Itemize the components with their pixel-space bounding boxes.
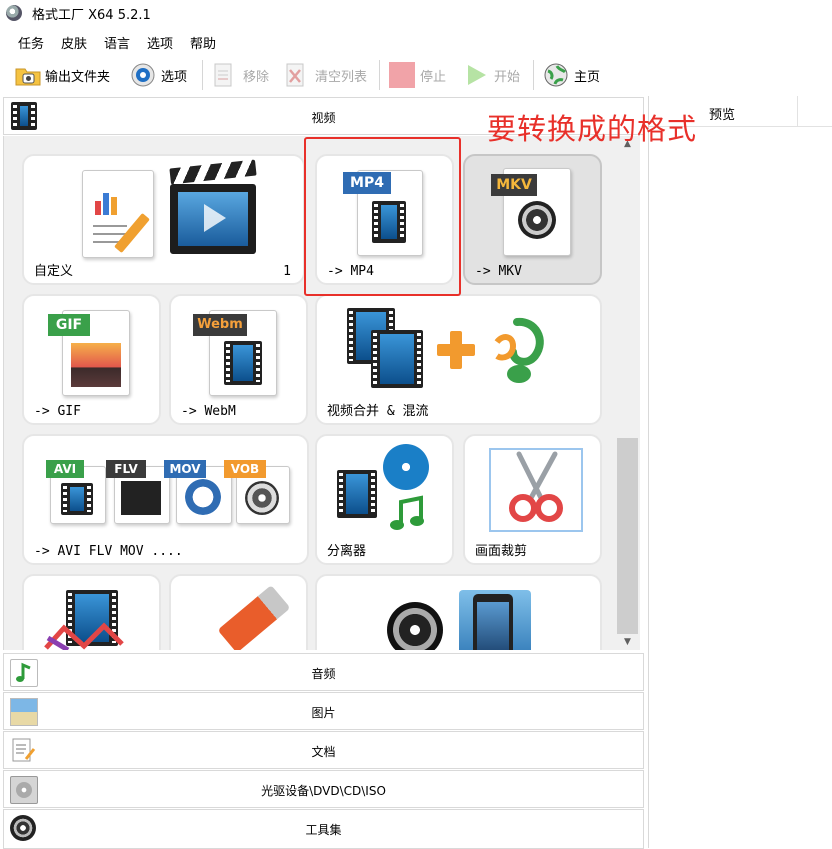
category-audio[interactable]: 音频	[3, 653, 644, 691]
tile-webm[interactable]: Webm -> WebM	[169, 294, 308, 425]
toolbar: 输出文件夹 选项 移除 清空列表 停止 开始 主页	[0, 56, 832, 94]
tile-crop[interactable]: 画面裁剪	[463, 434, 602, 565]
output-folder-button[interactable]: 输出文件夹	[14, 60, 110, 90]
preview-header-label: 预览	[709, 108, 736, 123]
vob-format-tag: VOB	[224, 460, 266, 478]
tile-custom-label: 自定义	[34, 264, 74, 279]
clear-list-label: 清空列表	[315, 69, 368, 85]
menu-help[interactable]: 帮助	[190, 33, 216, 52]
annotation-highlight-box	[304, 137, 461, 296]
tile-gif-label: -> GIF	[34, 404, 81, 419]
avi-format-tag: AVI	[46, 460, 84, 478]
webm-format-tag: Webm	[193, 314, 247, 336]
menu-options[interactable]: 选项	[147, 33, 173, 52]
mkv-format-tag: MKV	[491, 174, 537, 196]
window-title: 格式工厂 X64 5.2.1	[32, 8, 151, 23]
category-disc[interactable]: 光驱设备\DVD\CD\ISO	[3, 770, 644, 808]
film-strip-icon	[337, 470, 377, 518]
music-note-icon	[487, 312, 567, 392]
scroll-down-arrow-icon[interactable]: ▼	[615, 634, 640, 650]
clear-list-button[interactable]: 清空列表	[284, 60, 367, 90]
disc-icon	[387, 602, 443, 650]
tile-partial-2[interactable]	[169, 574, 308, 650]
menu-task[interactable]: 任务	[18, 33, 44, 52]
toolbar-divider	[533, 60, 534, 90]
preview-column-divider	[797, 96, 798, 126]
tile-merge-label: 视频合并 & 混流	[327, 404, 429, 419]
start-button[interactable]: 开始	[463, 60, 520, 90]
tile-multi-format-label: -> AVI FLV MOV ....	[34, 544, 183, 559]
plus-icon-vertical	[450, 331, 462, 369]
category-audio-label: 音频	[311, 667, 336, 681]
gear-icon	[130, 62, 156, 88]
category-tools[interactable]: 工具集	[3, 809, 644, 849]
clear-list-icon	[284, 62, 310, 88]
film-strip-icon	[371, 330, 423, 388]
remove-label: 移除	[243, 69, 270, 85]
app-icon	[6, 5, 22, 21]
folder-icon	[14, 62, 41, 88]
vertical-scrollbar[interactable]: ▲ ▼	[615, 136, 640, 650]
tile-partial-3[interactable]	[315, 574, 602, 650]
category-image-label: 图片	[311, 706, 336, 720]
clapperboard-icon	[169, 159, 257, 254]
annotation-text: 要转换成的格式	[487, 112, 698, 146]
music-note-icon	[387, 494, 427, 534]
home-label: 主页	[574, 69, 601, 85]
scrollbar-thumb[interactable]	[617, 438, 638, 634]
category-document-label: 文档	[311, 745, 336, 759]
category-tools-label: 工具集	[305, 823, 342, 837]
tile-multi-format[interactable]: AVI FLV MOV VOB -> AVI FLV MOV ....	[22, 434, 309, 565]
options-label: 选项	[161, 69, 188, 85]
gif-format-tag: GIF	[48, 314, 90, 336]
mov-format-tag: MOV	[164, 460, 206, 478]
scissors-icon	[501, 450, 571, 526]
remove-icon	[212, 62, 238, 88]
eraser-icon	[217, 585, 291, 650]
tile-partial-1[interactable]	[22, 574, 161, 650]
menu-bar: 任务 皮肤 语言 选项 帮助	[0, 30, 832, 52]
tile-gif[interactable]: GIF -> GIF	[22, 294, 161, 425]
stop-button[interactable]: 停止	[389, 60, 446, 90]
tile-webm-label: -> WebM	[181, 404, 236, 419]
tile-mkv[interactable]: MKV -> MKV	[463, 154, 602, 285]
tile-custom[interactable]: 自定义 1	[22, 154, 305, 285]
menu-language[interactable]: 语言	[104, 33, 130, 52]
flv-format-tag: FLV	[106, 460, 146, 478]
settings-document-icon	[82, 170, 154, 258]
globe-icon	[543, 62, 569, 88]
category-disc-label: 光驱设备\DVD\CD\ISO	[261, 784, 386, 798]
tile-merge[interactable]: 视频合并 & 混流	[315, 294, 602, 425]
stop-icon	[389, 62, 415, 88]
home-button[interactable]: 主页	[543, 60, 600, 90]
tile-crop-label: 画面裁剪	[475, 544, 528, 559]
tile-splitter-label: 分离器	[327, 544, 367, 559]
play-icon	[463, 62, 489, 88]
tile-splitter[interactable]: 分离器	[315, 434, 454, 565]
stop-label: 停止	[420, 69, 447, 85]
scribble-icon	[44, 620, 124, 650]
remove-button[interactable]: 移除	[212, 60, 269, 90]
category-document[interactable]: 文档	[3, 731, 644, 769]
preview-panel: 预览	[648, 96, 832, 848]
menu-skin[interactable]: 皮肤	[61, 33, 87, 52]
tile-custom-count: 1	[283, 264, 291, 279]
toolbar-divider	[379, 60, 380, 90]
category-image[interactable]: 图片	[3, 692, 644, 730]
output-folder-label: 输出文件夹	[45, 69, 111, 85]
title-bar: 格式工厂 X64 5.2.1	[0, 0, 832, 28]
film-reel-icon	[383, 444, 429, 490]
mobile-phone-icon	[459, 590, 531, 650]
toolbar-divider	[202, 60, 203, 90]
tile-mkv-label: -> MKV	[475, 264, 522, 279]
start-label: 开始	[494, 69, 521, 85]
options-button[interactable]: 选项	[130, 60, 187, 90]
